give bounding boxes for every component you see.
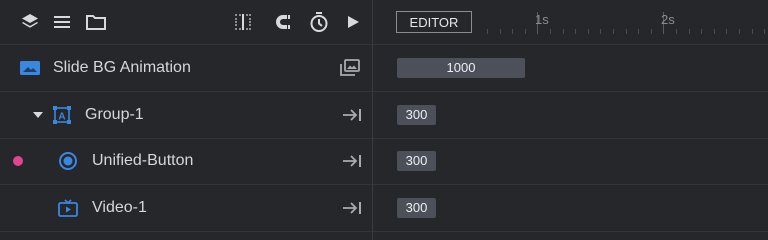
- layer-name: Slide BG Animation: [53, 59, 191, 76]
- ruler-tick: [487, 29, 488, 34]
- ruler-tick: [625, 29, 627, 34]
- ruler-tick: [499, 29, 501, 34]
- time-ruler[interactable]: EDITOR 1s 2s: [373, 0, 768, 45]
- image-icon: [18, 56, 42, 80]
- timeline-row-video-1: 300: [373, 185, 768, 232]
- timeline-row-group-1: 300: [373, 92, 768, 139]
- timing-bar[interactable]: 300: [397, 198, 436, 218]
- ruler-tick: [638, 29, 640, 34]
- magnet-icon[interactable]: [271, 10, 295, 34]
- timing-bar[interactable]: 300: [397, 151, 436, 171]
- timing-bar[interactable]: 1000: [397, 58, 525, 78]
- arrow-to-end-icon[interactable]: [340, 149, 364, 173]
- play-icon[interactable]: [341, 10, 365, 34]
- gallery-icon[interactable]: [338, 56, 362, 80]
- timeline-editor: Slide BG Animation A Group-1 Unified-But…: [0, 0, 768, 240]
- layer-row-slide-bg[interactable]: Slide BG Animation: [0, 45, 372, 92]
- layer-name: Group-1: [85, 106, 144, 123]
- layer-row-unified-button[interactable]: Unified-Button: [0, 138, 372, 185]
- tick-label-1s: 1s: [535, 12, 549, 27]
- grid-toggle-icon[interactable]: [231, 10, 255, 34]
- layer-row-group-1[interactable]: A Group-1: [0, 92, 372, 139]
- ruler-tick: [550, 29, 551, 34]
- caret-down-icon[interactable]: [30, 103, 46, 127]
- ruler-tick: [751, 29, 753, 34]
- ruler-tick: [575, 29, 577, 34]
- ruler-tick: [512, 29, 514, 34]
- ruler-tick: [701, 29, 703, 34]
- ruler-tick: [524, 29, 526, 34]
- ruler-tick: [739, 29, 740, 34]
- layer-name: Unified-Button: [92, 152, 194, 169]
- ruler-tick: [676, 29, 677, 34]
- folder-icon[interactable]: [84, 10, 108, 34]
- ruler-tick: [600, 29, 602, 34]
- tick-label-2s: 2s: [661, 12, 675, 27]
- ruler-tick: [587, 29, 589, 34]
- ruler-tick: [726, 29, 728, 34]
- ruler-tick: [650, 29, 652, 34]
- layers-toolbar: [0, 0, 372, 45]
- timeline-row-slide-bg: 1000: [373, 45, 768, 92]
- ruler-tick: [688, 29, 690, 34]
- timeline-panel: EDITOR 1s 2s 1000 300 300 300: [373, 0, 768, 240]
- svg-text:A: A: [58, 112, 65, 123]
- ruler-tick: [713, 29, 715, 34]
- arrow-to-end-icon[interactable]: [340, 196, 364, 220]
- video-icon: [56, 196, 80, 220]
- stopwatch-icon[interactable]: [307, 10, 331, 34]
- layers-icon[interactable]: [18, 10, 42, 34]
- ruler-tick: [562, 29, 564, 34]
- editor-button[interactable]: EDITOR: [396, 11, 472, 33]
- marker-dot: [13, 156, 23, 166]
- radio-button-icon: [56, 149, 80, 173]
- layer-row-video-1[interactable]: Video-1: [0, 185, 372, 232]
- ruler-tick: [613, 29, 614, 34]
- timing-bar[interactable]: 300: [397, 105, 436, 125]
- timeline-row-unified-button: 300: [373, 138, 768, 185]
- layer-name: Video-1: [92, 199, 147, 216]
- list-icon[interactable]: [50, 10, 74, 34]
- layers-panel: Slide BG Animation A Group-1 Unified-But…: [0, 0, 372, 240]
- ruler-tick: [764, 29, 766, 34]
- arrow-to-end-icon[interactable]: [340, 103, 364, 127]
- group-text-icon: A: [50, 103, 74, 127]
